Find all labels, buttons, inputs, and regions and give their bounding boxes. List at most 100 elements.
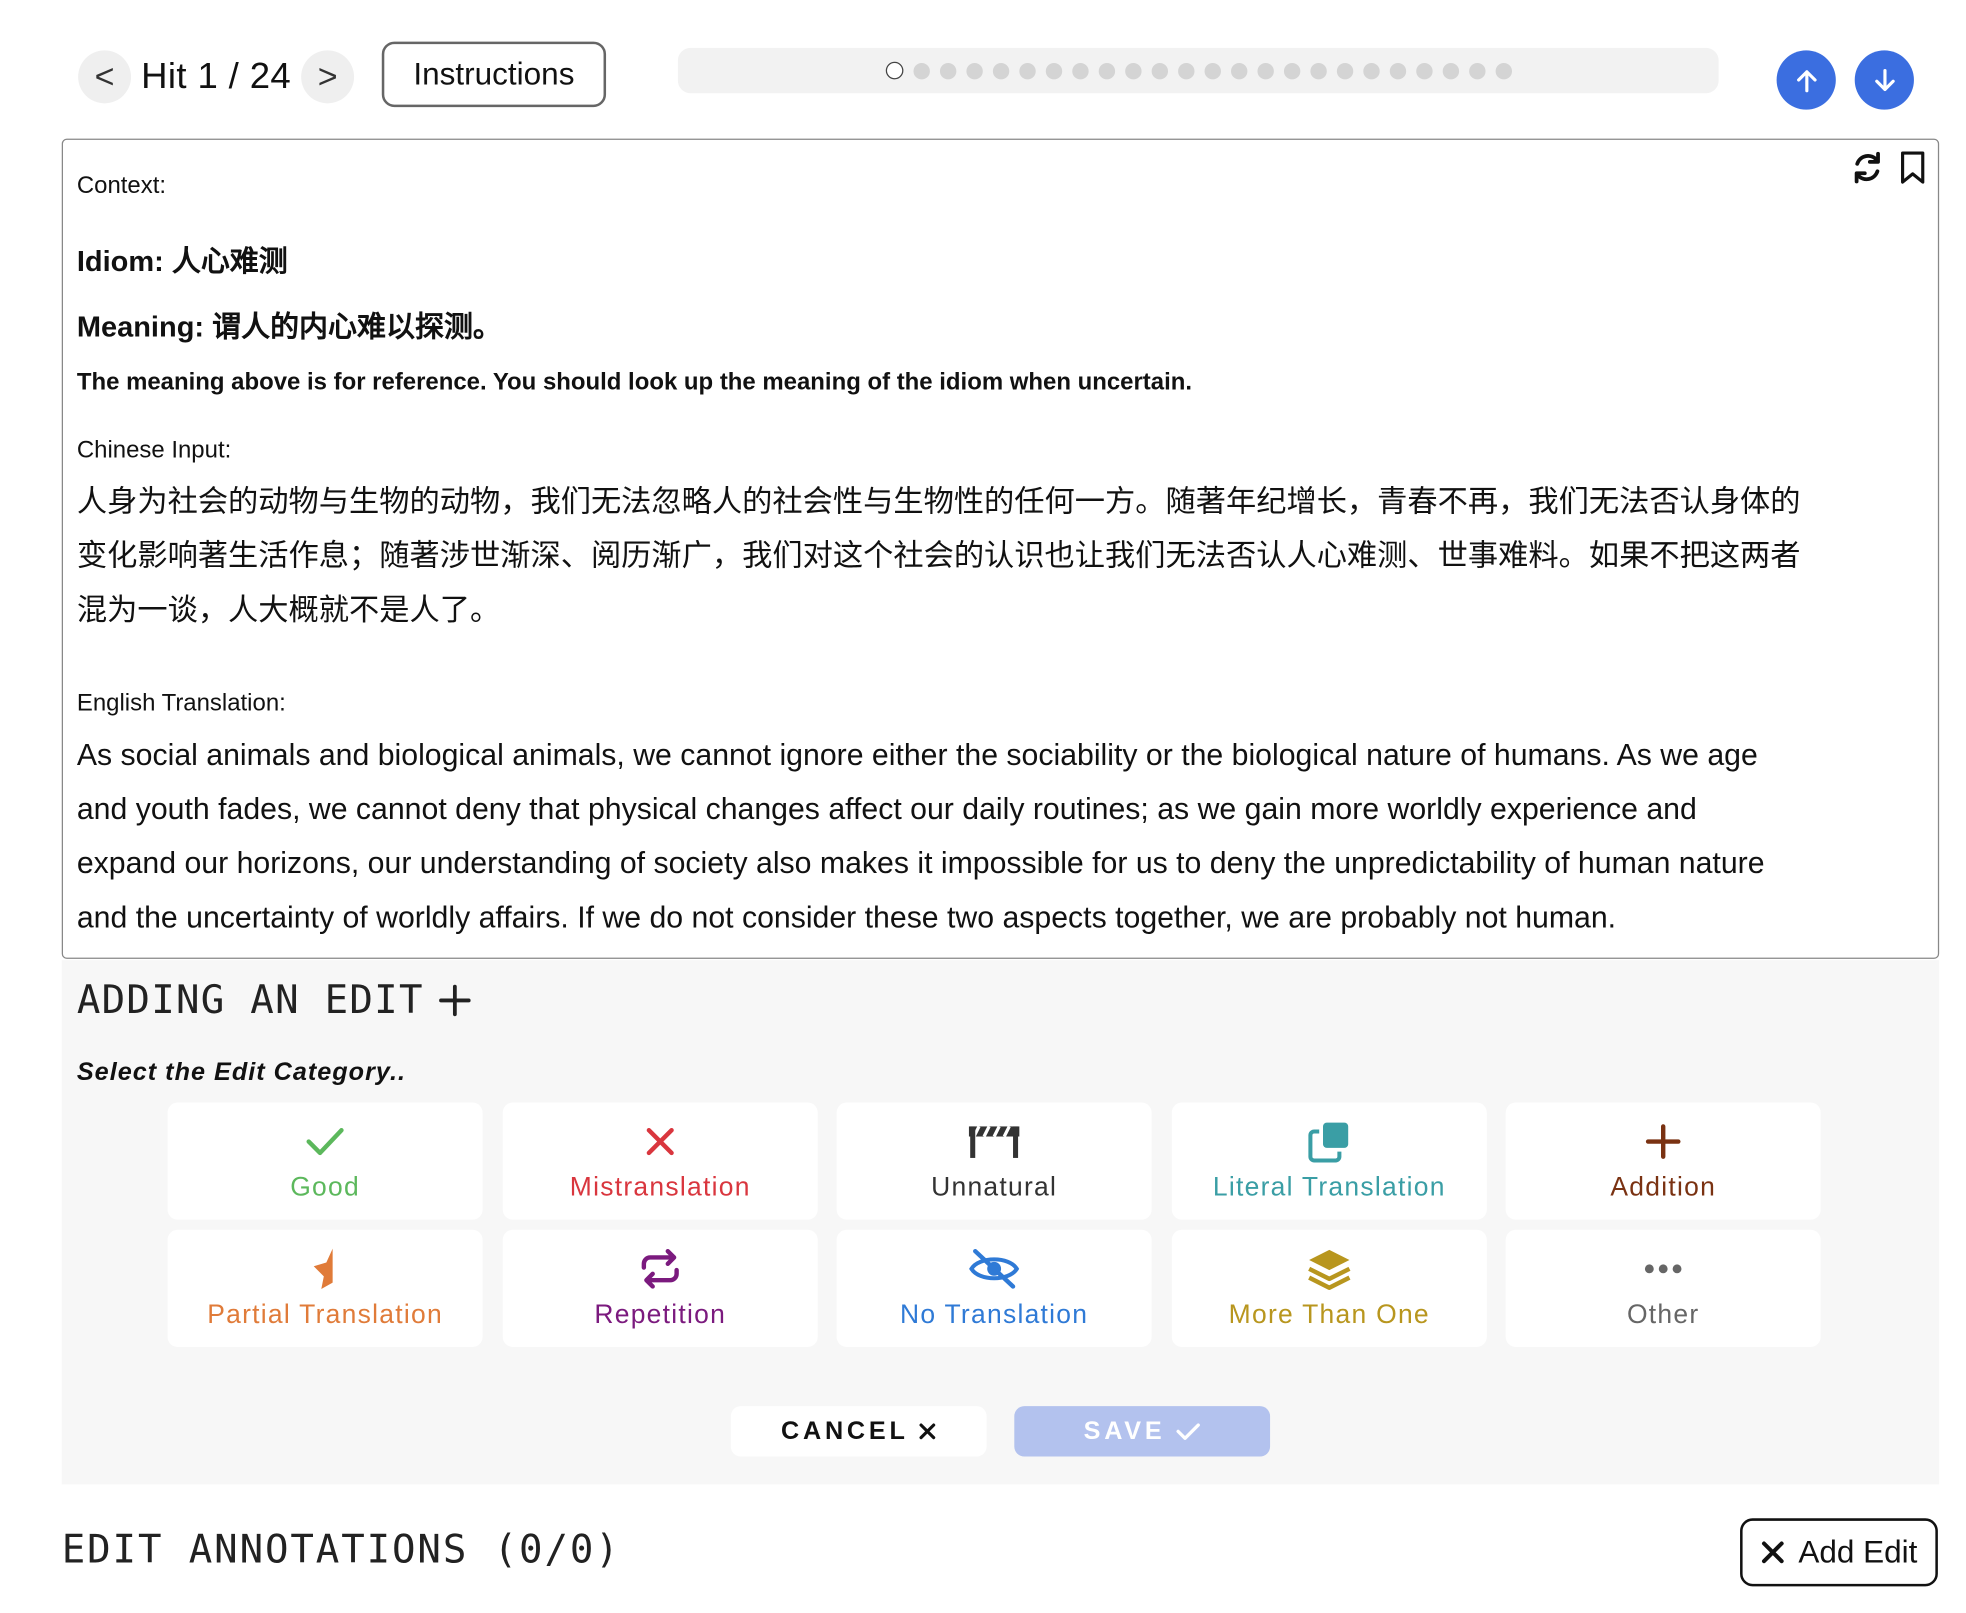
add-edit-label: Add Edit xyxy=(1798,1534,1918,1570)
category-good[interactable]: Good xyxy=(167,1102,483,1220)
category-mistranslation[interactable]: Mistranslation xyxy=(502,1102,818,1220)
copy-icon xyxy=(1308,1120,1351,1163)
chinese-line: 混为一谈，人大概就不是人了。 xyxy=(76,593,501,628)
progress-dot[interactable] xyxy=(1151,62,1168,79)
half-star-icon xyxy=(311,1247,339,1290)
english-line: expand our horizons, our understanding o… xyxy=(76,846,1765,881)
check-icon xyxy=(305,1120,345,1163)
reference-note: The meaning above is for reference. You … xyxy=(76,369,1192,396)
english-line: As social animals and biological animals… xyxy=(76,738,1758,773)
progress-dot[interactable] xyxy=(1256,62,1274,79)
plus-icon xyxy=(1645,1120,1681,1163)
scroll-down-button[interactable] xyxy=(1854,50,1914,110)
select-category-prompt: Select the Edit Category.. xyxy=(76,1058,407,1087)
progress-dot[interactable] xyxy=(992,62,1009,79)
category-addition[interactable]: Addition xyxy=(1505,1102,1821,1220)
category-other[interactable]: Other xyxy=(1505,1229,1821,1347)
progress-dot[interactable] xyxy=(912,62,930,79)
hit-navigator: < Hit 1 / 24 > xyxy=(78,45,355,108)
hit-progress-bar xyxy=(677,47,1719,94)
progress-dot[interactable] xyxy=(885,61,903,80)
category-partial-translation[interactable]: Partial Translation xyxy=(167,1229,483,1347)
progress-dot[interactable] xyxy=(1442,62,1459,79)
instructions-button[interactable]: Instructions xyxy=(381,41,607,108)
category-label: More Than One xyxy=(1228,1300,1430,1330)
chinese-line: 人身为社会的动物与生物的动物，我们无法忽略人的社会性与生物性的任何一方。随著年纪… xyxy=(76,485,1801,520)
x-icon xyxy=(645,1120,675,1163)
progress-dot[interactable] xyxy=(1494,62,1512,79)
idiom-value: 人心难测 xyxy=(171,244,288,278)
progress-dot[interactable] xyxy=(1045,62,1062,79)
category-more-than-one[interactable]: More Than One xyxy=(1171,1229,1487,1347)
category-label: Repetition xyxy=(594,1300,727,1330)
english-line: and youth fades, we cannot deny that phy… xyxy=(76,792,1697,827)
meaning-value: 谓人的内心难以探测。 xyxy=(212,309,502,343)
category-label: Literal Translation xyxy=(1212,1173,1446,1203)
refresh-icon[interactable] xyxy=(1850,150,1885,185)
category-label: Mistranslation xyxy=(569,1173,751,1203)
check-icon xyxy=(1176,1423,1200,1440)
category-no-translation[interactable]: No Translation xyxy=(836,1229,1152,1347)
progress-dot[interactable] xyxy=(1309,62,1327,79)
progress-dot[interactable] xyxy=(1283,62,1300,79)
layers-icon xyxy=(1307,1247,1352,1290)
category-label: No Translation xyxy=(900,1300,1089,1330)
arrow-down-icon xyxy=(1874,68,1895,91)
close-icon xyxy=(1762,1541,1784,1564)
progress-dot[interactable] xyxy=(1468,62,1485,79)
context-panel: Context: Idiom: 人心难测 Meaning: 谓人的内心难以探测。… xyxy=(61,138,1940,959)
idiom-label: Idiom: xyxy=(76,244,164,278)
category-label: Good xyxy=(290,1173,360,1203)
english-line: and the uncertainty of worldly affairs. … xyxy=(76,900,1617,935)
plus-icon xyxy=(439,984,471,1017)
chinese-line: 变化影响著生活作息；随著涉世渐深、阅历渐广，我们对这个社会的认识也让我们无法否认… xyxy=(76,539,1801,574)
eye-slash-icon xyxy=(968,1247,1021,1290)
repeat-icon xyxy=(639,1247,682,1290)
hit-counter: Hit 1 / 24 xyxy=(141,56,292,97)
arrow-up-icon xyxy=(1796,69,1816,92)
progress-dot[interactable] xyxy=(1203,62,1221,79)
category-label: Unnatural xyxy=(931,1173,1058,1203)
cancel-button[interactable]: CANCEL xyxy=(730,1406,987,1457)
adding-edit-heading: ADDING AN EDIT xyxy=(77,978,472,1023)
progress-dot[interactable] xyxy=(1415,62,1432,79)
category-literal-translation[interactable]: Literal Translation xyxy=(1171,1102,1487,1220)
ellipsis-icon xyxy=(1644,1247,1682,1290)
scroll-up-button[interactable] xyxy=(1776,50,1836,110)
category-repetition[interactable]: Repetition xyxy=(502,1229,818,1347)
category-label: Partial Translation xyxy=(207,1300,443,1330)
english-translation-text: As social animals and biological animals… xyxy=(77,728,1927,945)
progress-dot[interactable] xyxy=(965,62,983,79)
bookmark-icon[interactable] xyxy=(1898,150,1928,185)
save-button[interactable]: SAVE xyxy=(1014,1406,1271,1457)
progress-dot[interactable] xyxy=(1362,62,1380,79)
progress-dot[interactable] xyxy=(1389,62,1406,79)
add-edit-button[interactable]: Add Edit xyxy=(1740,1518,1938,1587)
context-label: Context: xyxy=(76,172,167,200)
progress-dot[interactable] xyxy=(1230,62,1247,79)
category-label: Other xyxy=(1626,1300,1700,1330)
progress-dot[interactable] xyxy=(1124,62,1141,79)
chinese-input-label: Chinese Input: xyxy=(76,437,232,464)
progress-dot[interactable] xyxy=(1018,62,1036,79)
close-icon xyxy=(919,1423,936,1440)
meaning-line: Meaning: 谓人的内心难以探测。 xyxy=(77,302,502,345)
progress-dot[interactable] xyxy=(1336,62,1353,79)
add-edit-section: ADDING AN EDIT Select the Edit Category.… xyxy=(61,960,1940,1485)
idiom-line: Idiom: 人心难测 xyxy=(77,237,288,280)
english-translation-label: English Translation: xyxy=(76,690,286,717)
cancel-label: CANCEL xyxy=(780,1416,909,1445)
barrier-icon xyxy=(966,1120,1021,1163)
progress-dot[interactable] xyxy=(1071,62,1089,79)
chinese-input-text: 人身为社会的动物与生物的动物，我们无法忽略人的社会性与生物性的任何一方。随著年纪… xyxy=(77,475,1927,638)
prev-hit-button[interactable]: < xyxy=(78,50,132,104)
category-unnatural[interactable]: Unnatural xyxy=(836,1102,1152,1220)
meaning-label: Meaning: xyxy=(76,309,205,343)
progress-dot[interactable] xyxy=(1177,62,1194,79)
next-hit-button[interactable]: > xyxy=(301,50,355,104)
progress-dot[interactable] xyxy=(939,62,956,79)
adding-edit-title: ADDING AN EDIT xyxy=(76,977,424,1024)
progress-dot[interactable] xyxy=(1098,62,1115,79)
category-label: Addition xyxy=(1610,1173,1717,1203)
panel-tools xyxy=(1850,150,1928,185)
